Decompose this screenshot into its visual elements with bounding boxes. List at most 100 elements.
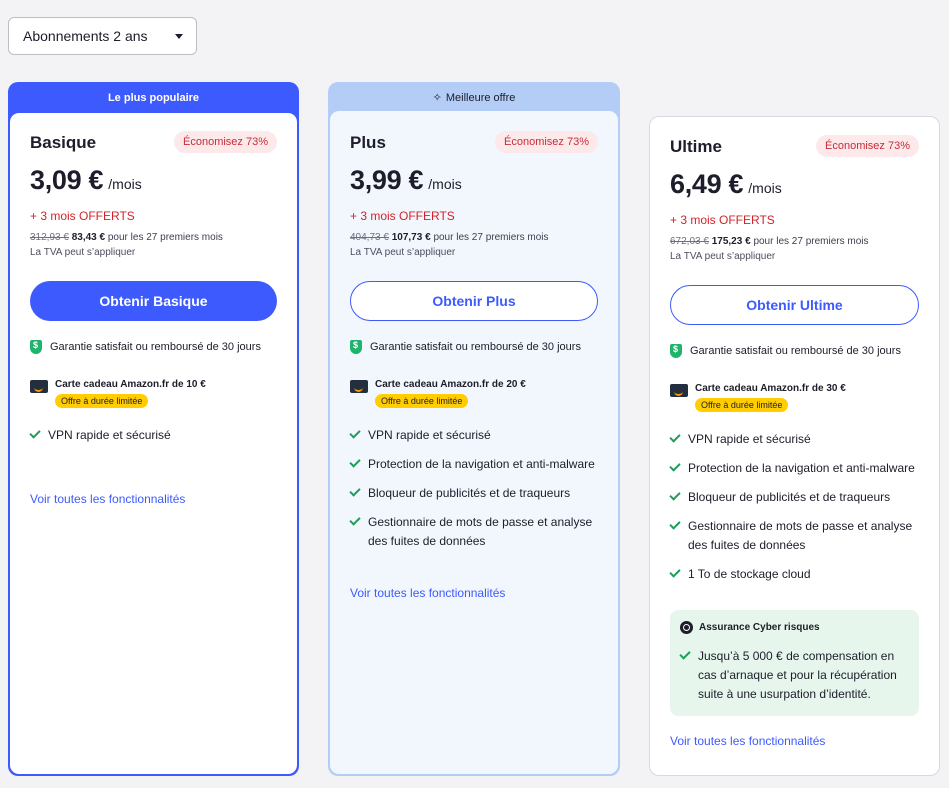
see-all-features-link[interactable]: Voir toutes les fonctionnalités	[670, 734, 825, 748]
check-icon	[29, 427, 41, 439]
list-item: Gestionnaire de mots de passe et analyse…	[349, 513, 598, 551]
limited-offer-badge: Offre à durée limitée	[375, 394, 469, 408]
guarantee: Garantie satisfait ou remboursé de 30 jo…	[350, 340, 581, 354]
list-item: Bloqueur de publicités et de traqueurs	[669, 488, 919, 507]
vat-note: La TVA peut s’appliquer	[350, 247, 456, 258]
insurance-item: Jusqu’à 5 000 € de compensation en cas d…	[679, 647, 909, 704]
gift-card-text: Carte cadeau Amazon.fr de 20 €	[375, 379, 526, 390]
plan-price: 3,09 €	[30, 165, 104, 195]
savings-badge: Économisez 73%	[495, 131, 598, 153]
new-price: 83,43 €	[71, 232, 106, 243]
list-item: 1 To de stockage cloud	[669, 565, 919, 584]
savings-badge: Économisez 73%	[816, 135, 919, 157]
check-icon	[349, 514, 361, 526]
plan-name: Plus	[350, 133, 386, 152]
check-icon	[669, 431, 681, 443]
new-price: 107,73 €	[391, 232, 431, 243]
guarantee-text: Garantie satisfait ou remboursé de 30 jo…	[370, 341, 581, 353]
plan-name: Ultime	[670, 137, 722, 156]
guarantee-text: Garantie satisfait ou remboursé de 30 jo…	[50, 341, 261, 353]
price-row: 6,49 € /mois	[670, 169, 782, 200]
old-price: 312,93 €	[30, 232, 69, 243]
shield-icon	[350, 340, 362, 354]
check-icon	[669, 460, 681, 472]
list-item: Bloqueur de publicités et de traqueurs	[349, 484, 598, 503]
price-period: /mois	[748, 180, 782, 196]
subscription-duration-select[interactable]: Abonnements 2 ans	[8, 17, 197, 55]
insurance-icon	[680, 621, 693, 634]
price-period: /mois	[428, 176, 462, 192]
get-basic-button[interactable]: Obtenir Basique	[30, 281, 277, 321]
amazon-icon	[30, 380, 48, 393]
get-plus-button[interactable]: Obtenir Plus	[350, 281, 598, 321]
old-price: 404,73 €	[350, 232, 389, 243]
plan-card-basic: Le plus populaire Basique Économisez 73%…	[8, 82, 299, 776]
guarantee-text: Garantie satisfait ou remboursé de 30 jo…	[690, 345, 901, 357]
limited-offer-badge: Offre à durée limitée	[695, 398, 789, 412]
plan-card-body: Plus Économisez 73% 3,99 € /mois + 3 moi…	[330, 111, 618, 774]
savings-badge: Économisez 73%	[174, 131, 277, 153]
price-detail: 672,03 € 175,23 € pour les 27 premiers m…	[670, 236, 868, 247]
feature-list: VPN rapide et sécurisé Protection de la …	[349, 426, 598, 561]
check-icon	[349, 456, 361, 468]
gift-card: Carte cadeau Amazon.fr de 20 € Offre à d…	[350, 379, 526, 409]
price-period: /mois	[108, 176, 142, 192]
period-text: pour les 27 premiers mois	[753, 236, 869, 247]
plan-price: 3,99 €	[350, 165, 424, 195]
vat-note: La TVA peut s’appliquer	[30, 247, 136, 258]
list-item: Protection de la navigation et anti-malw…	[349, 455, 598, 474]
free-months: + 3 mois OFFERTS	[30, 209, 135, 223]
price-row: 3,09 € /mois	[30, 165, 142, 196]
vat-note: La TVA peut s’appliquer	[670, 251, 776, 262]
list-item: Gestionnaire de mots de passe et analyse…	[669, 517, 919, 555]
chevron-down-icon	[175, 34, 183, 39]
list-item: VPN rapide et sécurisé	[29, 426, 277, 445]
feature-list: VPN rapide et sécurisé	[29, 426, 277, 455]
popular-ribbon: Le plus populaire	[107, 91, 200, 104]
period-text: pour les 27 premiers mois	[433, 232, 549, 243]
list-item: VPN rapide et sécurisé	[669, 430, 919, 449]
subscription-duration-value: Abonnements 2 ans	[23, 28, 148, 44]
new-price: 175,23 €	[711, 236, 751, 247]
shield-icon	[30, 340, 42, 354]
amazon-icon	[670, 384, 688, 397]
feature-list: VPN rapide et sécurisé Protection de la …	[669, 430, 919, 594]
free-months: + 3 mois OFFERTS	[350, 209, 455, 223]
plan-card-plus: ✧ Meilleure offre Plus Économisez 73% 3,…	[328, 82, 620, 776]
plan-card-ultimate: Ultime Économisez 73% 6,49 € /mois + 3 m…	[649, 116, 940, 776]
list-item: VPN rapide et sécurisé	[349, 426, 598, 445]
insurance-title: Assurance Cyber risques	[680, 621, 909, 634]
amazon-icon	[350, 380, 368, 393]
check-icon	[669, 518, 681, 530]
plan-card-body: Basique Économisez 73% 3,09 € /mois + 3 …	[10, 113, 297, 774]
plan-price: 6,49 €	[670, 169, 744, 199]
guarantee: Garantie satisfait ou remboursé de 30 jo…	[30, 340, 261, 354]
get-ultimate-button[interactable]: Obtenir Ultime	[670, 285, 919, 325]
guarantee: Garantie satisfait ou remboursé de 30 jo…	[670, 344, 901, 358]
price-detail: 312,93 € 83,43 € pour les 27 premiers mo…	[30, 232, 223, 243]
check-icon	[669, 566, 681, 578]
list-item: Protection de la navigation et anti-malw…	[669, 459, 919, 478]
free-months: + 3 mois OFFERTS	[670, 213, 775, 227]
period-text: pour les 27 premiers mois	[107, 232, 223, 243]
sparkle-icon: ✧	[432, 92, 442, 104]
check-icon	[349, 485, 361, 497]
gift-card-text: Carte cadeau Amazon.fr de 10 €	[55, 379, 206, 390]
limited-offer-badge: Offre à durée limitée	[55, 394, 149, 408]
price-row: 3,99 € /mois	[350, 165, 462, 196]
pricing-page: Abonnements 2 ans Le plus populaire Basi…	[0, 0, 949, 788]
check-icon	[349, 427, 361, 439]
price-detail: 404,73 € 107,73 € pour les 27 premiers m…	[350, 232, 548, 243]
see-all-features-link[interactable]: Voir toutes les fonctionnalités	[30, 492, 185, 506]
gift-card: Carte cadeau Amazon.fr de 10 € Offre à d…	[30, 379, 206, 409]
check-icon	[669, 489, 681, 501]
gift-card: Carte cadeau Amazon.fr de 30 € Offre à d…	[670, 383, 846, 413]
old-price: 672,03 €	[670, 236, 709, 247]
best-offer-ribbon: ✧ Meilleure offre	[432, 91, 516, 105]
plan-name: Basique	[30, 133, 97, 152]
gift-card-text: Carte cadeau Amazon.fr de 30 €	[695, 383, 846, 394]
check-icon	[679, 648, 691, 660]
cyber-insurance-box: Assurance Cyber risques Jusqu’à 5 000 € …	[670, 610, 919, 716]
see-all-features-link[interactable]: Voir toutes les fonctionnalités	[350, 586, 505, 600]
shield-icon	[670, 344, 682, 358]
